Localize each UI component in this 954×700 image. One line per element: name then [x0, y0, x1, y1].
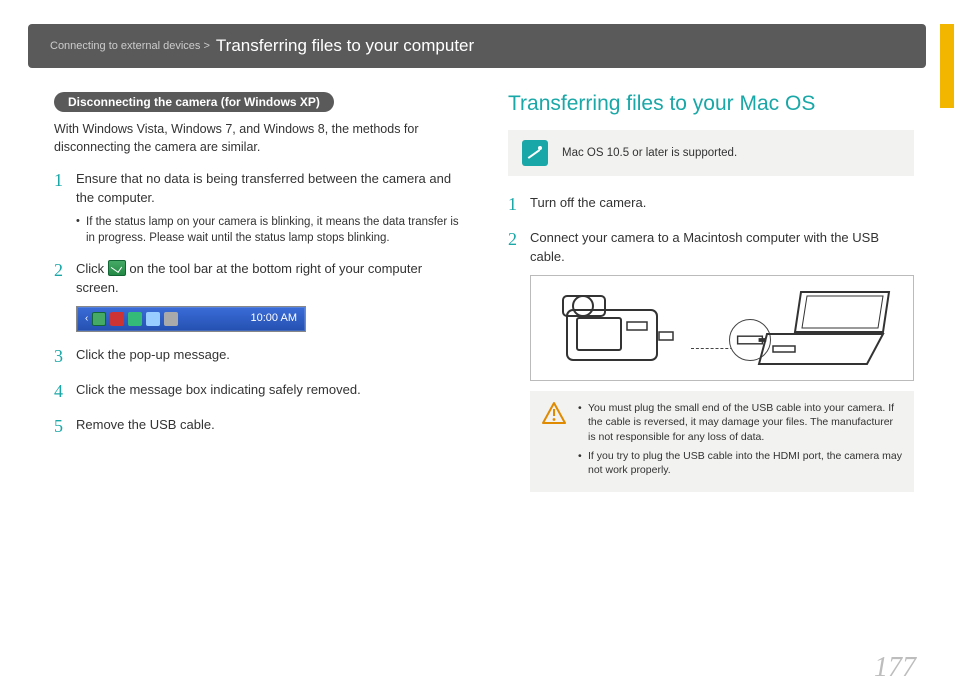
lead-text: With Windows Vista, Windows 7, and Windo… [54, 120, 460, 156]
step-text: Connect your camera to a Macintosh compu… [530, 230, 879, 264]
side-tab [940, 24, 954, 108]
header-bar: Connecting to external devices > Transfe… [28, 24, 926, 68]
safely-remove-icon [108, 260, 126, 276]
page-number: 177 [874, 652, 916, 684]
warning-icon [542, 401, 566, 482]
pen-note-icon [522, 140, 548, 166]
warning-box: You must plug the small end of the USB c… [530, 391, 914, 492]
tray-misc-icon [164, 312, 178, 326]
tray-shield-icon [110, 312, 124, 326]
warning-item: If you try to plug the USB cable into th… [578, 449, 902, 478]
step-number: 1 [54, 170, 76, 246]
step-number: 2 [54, 260, 76, 332]
section-pill: Disconnecting the camera (for Windows XP… [54, 92, 334, 112]
step-number: 2 [508, 229, 530, 492]
taskbar-clock: 10:00 AM [251, 311, 297, 327]
page-title: Transferring files to your computer [216, 36, 474, 56]
tray-network-icon [128, 312, 142, 326]
warning-item: You must plug the small end of the USB c… [578, 401, 902, 445]
step-number: 3 [54, 346, 76, 367]
step-text: Ensure that no data is being transferred… [76, 171, 451, 205]
laptop-illustration [757, 286, 897, 370]
camera-illustration [547, 286, 687, 370]
info-note: Mac OS 10.5 or later is supported. [508, 130, 914, 176]
step-number: 4 [54, 381, 76, 402]
taskbar-illustration: ‹ 10:00 AM [76, 306, 306, 332]
step-text: Click the pop-up message. [76, 346, 460, 367]
step-text-pre: Click [76, 261, 108, 276]
tray-remove-icon [92, 312, 106, 326]
step-text-post: on the tool bar at the bottom right of y… [76, 261, 422, 295]
step-text: Click the message box indicating safely … [76, 381, 460, 402]
step-number: 1 [508, 194, 530, 215]
section-heading: Transferring files to your Mac OS [508, 92, 914, 116]
step-text: Remove the USB cable. [76, 416, 460, 437]
tray-volume-icon [146, 312, 160, 326]
step-text: Turn off the camera. [530, 194, 914, 215]
connection-diagram [530, 275, 914, 381]
left-column: Disconnecting the camera (for Windows XP… [54, 92, 460, 506]
note-text: Mac OS 10.5 or later is supported. [562, 147, 737, 159]
breadcrumb: Connecting to external devices > [50, 40, 210, 52]
step-number: 5 [54, 416, 76, 437]
step-subtext: If the status lamp on your camera is bli… [76, 214, 460, 246]
right-column: Transferring files to your Mac OS Mac OS… [508, 92, 914, 506]
chevron-left-icon: ‹ [85, 312, 88, 327]
